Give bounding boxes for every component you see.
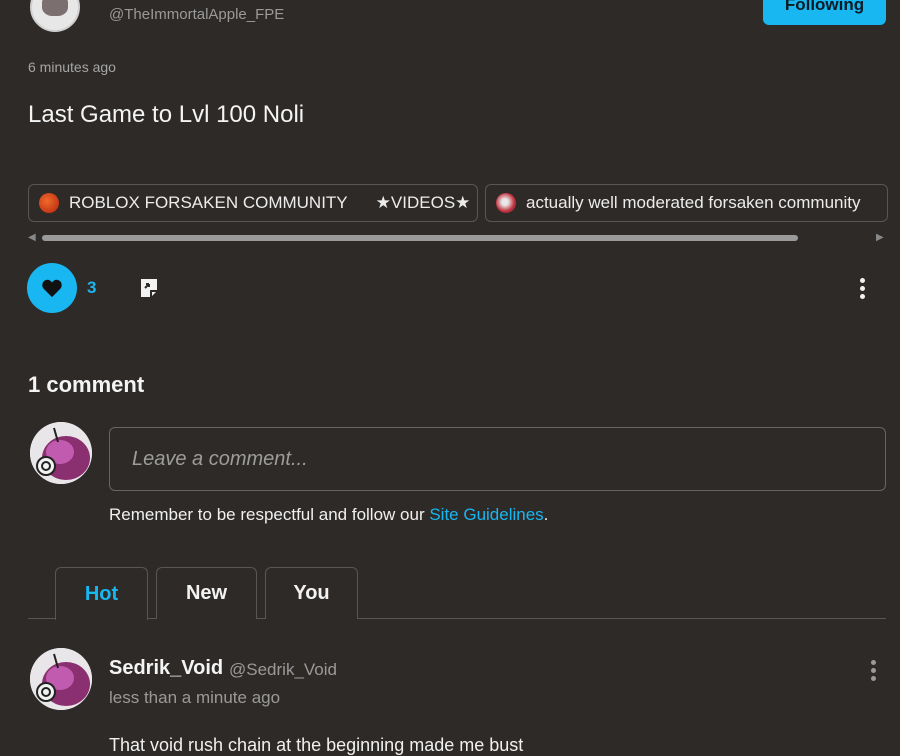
- more-vertical-icon-dot: [860, 294, 865, 299]
- comment-more-options-button[interactable]: [863, 658, 883, 684]
- comment-author-handle[interactable]: @Sedrik_Void: [229, 660, 337, 680]
- comment-input[interactable]: [109, 427, 886, 491]
- post-title: Last Game to Lvl 100 Noli: [28, 101, 305, 128]
- comment-author-name[interactable]: Sedrik_Void: [109, 657, 223, 680]
- comment-body: That void rush chain at the beginning ma…: [109, 735, 524, 755]
- scroll-arrow-right-icon[interactable]: ▶: [876, 232, 884, 243]
- tab-hot[interactable]: Hot: [55, 567, 148, 620]
- heart-icon: [42, 279, 62, 298]
- guidelines-suffix: .: [543, 505, 549, 524]
- avatar-image: [30, 648, 92, 710]
- following-button[interactable]: Following: [763, 0, 886, 25]
- share-button[interactable]: [138, 276, 160, 300]
- more-vertical-icon-dot: [871, 668, 876, 673]
- guidelines-notice: Remember to be respectful and follow our…: [109, 505, 548, 525]
- community-chip-well-moderated[interactable]: actually well moderated forsaken communi…: [485, 184, 888, 222]
- community-chip-label: ROBLOX FORSAKEN COMMUNITY ★VIDEOS★: [69, 193, 471, 212]
- like-button[interactable]: [27, 263, 77, 313]
- community-chip-label: actually well moderated forsaken communi…: [526, 193, 861, 212]
- scroll-arrow-left-icon[interactable]: ◀: [28, 232, 36, 243]
- share-icon: [141, 279, 157, 297]
- current-user-avatar[interactable]: [30, 422, 92, 484]
- post-more-options-button[interactable]: [852, 276, 872, 302]
- comments-heading: 1 comment: [28, 372, 145, 397]
- poster-avatar[interactable]: [30, 0, 80, 32]
- community-chip-roblox-forsaken[interactable]: ROBLOX FORSAKEN COMMUNITY ★VIDEOS★: [28, 184, 478, 222]
- post-timestamp: 6 minutes ago: [28, 59, 116, 75]
- avatar-image: [30, 422, 92, 484]
- more-vertical-icon: [860, 278, 865, 283]
- community-icon: [496, 193, 516, 213]
- tab-you[interactable]: You: [265, 567, 358, 619]
- guidelines-text: Remember to be respectful and follow our: [109, 505, 430, 524]
- horizontal-scrollbar[interactable]: [42, 235, 798, 241]
- more-vertical-icon-dot: [871, 676, 876, 681]
- poster-handle[interactable]: @TheImmortalApple_FPE: [109, 6, 284, 23]
- tab-new[interactable]: New: [156, 567, 257, 619]
- more-vertical-icon: [871, 660, 876, 665]
- site-guidelines-link[interactable]: Site Guidelines: [429, 505, 543, 524]
- more-vertical-icon-dot: [860, 286, 865, 291]
- like-count: 3: [87, 278, 97, 297]
- comment-timestamp: less than a minute ago: [109, 688, 281, 707]
- comment-author-avatar[interactable]: [30, 648, 92, 710]
- community-icon: [39, 193, 59, 213]
